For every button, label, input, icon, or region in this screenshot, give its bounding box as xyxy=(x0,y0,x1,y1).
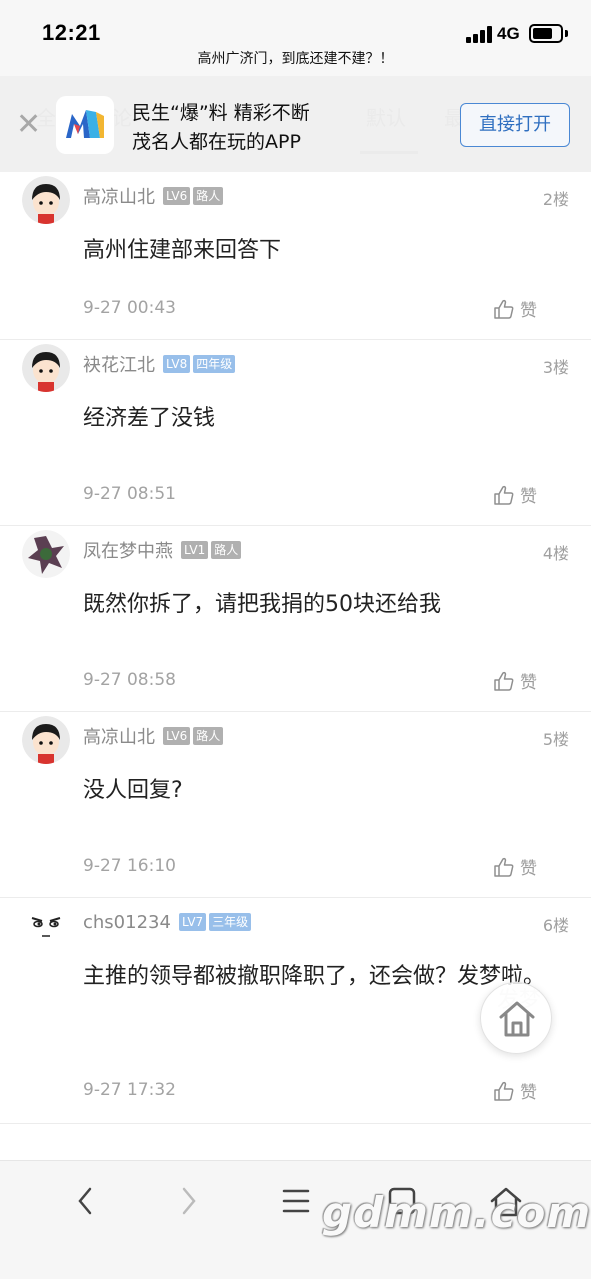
like-icon xyxy=(494,1081,514,1101)
avatar[interactable] xyxy=(22,176,70,224)
like-label: 赞 xyxy=(520,487,537,507)
like-button[interactable]: 赞 xyxy=(493,296,537,321)
reply-content: 经济差了没钱 xyxy=(83,406,216,431)
avatar[interactable] xyxy=(22,716,70,764)
user-info: 凤在梦中燕 LV1 路人 xyxy=(83,538,244,562)
rank-badge: 路人 xyxy=(193,187,224,205)
open-app-button[interactable]: 直接打开 xyxy=(460,103,570,147)
rank-badge: 路人 xyxy=(193,727,224,745)
signal-icon xyxy=(466,25,494,43)
reply-content: 没人回复? xyxy=(83,778,183,803)
floor-number: 5楼 xyxy=(542,730,569,749)
reply-item[interactable]: 高凉山北 LV6 路人 5楼没人回复? 9-27 16:10 赞 xyxy=(0,712,591,898)
reply-item[interactable]: 凤在梦中燕 LV1 路人 4楼既然你拆了，请把我捐的50块还给我 9-27 08:58 赞 xyxy=(0,526,591,712)
reply-content: 高州住建部来回答下 xyxy=(83,238,282,263)
user-info: chs01234 LV7 三年级 xyxy=(83,910,254,934)
forward-icon[interactable] xyxy=(166,1179,210,1223)
watermark: gdmm.com xyxy=(322,1188,591,1237)
reply-time: 9-27 00:43 xyxy=(83,298,176,318)
reply-content: 既然你拆了，请把我捐的50块还给我 xyxy=(83,592,441,617)
menu-icon[interactable] xyxy=(274,1179,318,1223)
status-time: 12:21 xyxy=(42,20,101,45)
close-icon[interactable]: ✕ xyxy=(16,110,41,140)
avatar[interactable] xyxy=(22,530,70,578)
banner-headline: 民生“爆”料 精彩不断 xyxy=(132,102,310,124)
reply-time: 9-27 16:10 xyxy=(83,856,176,876)
banner-subline: 茂名人都在玩的APP xyxy=(132,131,301,153)
like-icon xyxy=(494,671,514,691)
floor-number: 2楼 xyxy=(542,190,569,209)
like-button[interactable]: 赞 xyxy=(493,854,537,879)
floor-number: 3楼 xyxy=(542,358,569,377)
username[interactable]: 高凉山北 xyxy=(83,723,155,749)
like-icon xyxy=(494,485,514,505)
rank-badge: 三年级 xyxy=(209,913,252,931)
level-badge: LV6 xyxy=(163,187,191,205)
like-button[interactable]: 赞 xyxy=(493,482,537,507)
like-button[interactable]: 赞 xyxy=(493,1078,537,1103)
battery-tip xyxy=(565,30,568,37)
like-label: 赞 xyxy=(520,301,537,321)
app-logo-icon xyxy=(56,96,114,154)
reply-time: 9-27 08:51 xyxy=(83,484,176,504)
like-button[interactable]: 赞 xyxy=(493,668,537,693)
like-label: 赞 xyxy=(520,1083,537,1103)
level-badge: LV1 xyxy=(181,541,209,559)
reply-time: 9-27 17:32 xyxy=(83,1080,176,1100)
user-info: 高凉山北 LV6 路人 xyxy=(83,184,226,208)
floor-number: 6楼 xyxy=(542,916,569,935)
level-badge: LV8 xyxy=(163,355,191,373)
page-title: 高州广济门，到底还建不建？！ xyxy=(197,51,394,67)
network-label: 4G xyxy=(497,24,520,43)
username[interactable]: chs01234 xyxy=(83,912,171,933)
like-icon xyxy=(494,857,514,877)
user-info: 袂花江北 LV8 四年级 xyxy=(83,352,238,376)
like-icon xyxy=(494,299,514,319)
like-label: 赞 xyxy=(520,673,537,693)
user-info: 高凉山北 LV6 路人 xyxy=(83,724,226,748)
reply-item[interactable]: 高凉山北 LV6 路人 2楼高州住建部来回答下 9-27 00:43 赞 xyxy=(0,172,591,340)
floor-number: 4楼 xyxy=(542,544,569,563)
level-badge: LV6 xyxy=(163,727,191,745)
rank-badge: 四年级 xyxy=(193,355,236,373)
username[interactable]: 凤在梦中燕 xyxy=(83,537,173,563)
floating-home-button[interactable] xyxy=(480,982,552,1054)
app-promo-banner: ✕ 民生“爆”料 精彩不断 茂名人都在玩的APP 直接打开 xyxy=(0,76,591,172)
reply-time: 9-27 08:58 xyxy=(83,670,176,690)
address-bar[interactable]: 高州广济门，到底还建不建？！ xyxy=(0,48,591,76)
level-badge: LV7 xyxy=(178,913,207,931)
home-icon xyxy=(499,1001,535,1037)
reply-item[interactable]: 袂花江北 LV8 四年级 3楼经济差了没钱 9-27 08:51 赞 xyxy=(0,340,591,526)
battery-icon xyxy=(529,24,563,43)
username[interactable]: 高凉山北 xyxy=(83,183,155,209)
username[interactable]: 袂花江北 xyxy=(83,351,155,377)
like-label: 赞 xyxy=(520,859,537,879)
rank-badge: 路人 xyxy=(211,541,242,559)
avatar[interactable] xyxy=(22,344,70,392)
status-bar: 12:21 4G xyxy=(0,0,591,48)
avatar[interactable] xyxy=(22,902,70,950)
back-icon[interactable] xyxy=(64,1179,108,1223)
